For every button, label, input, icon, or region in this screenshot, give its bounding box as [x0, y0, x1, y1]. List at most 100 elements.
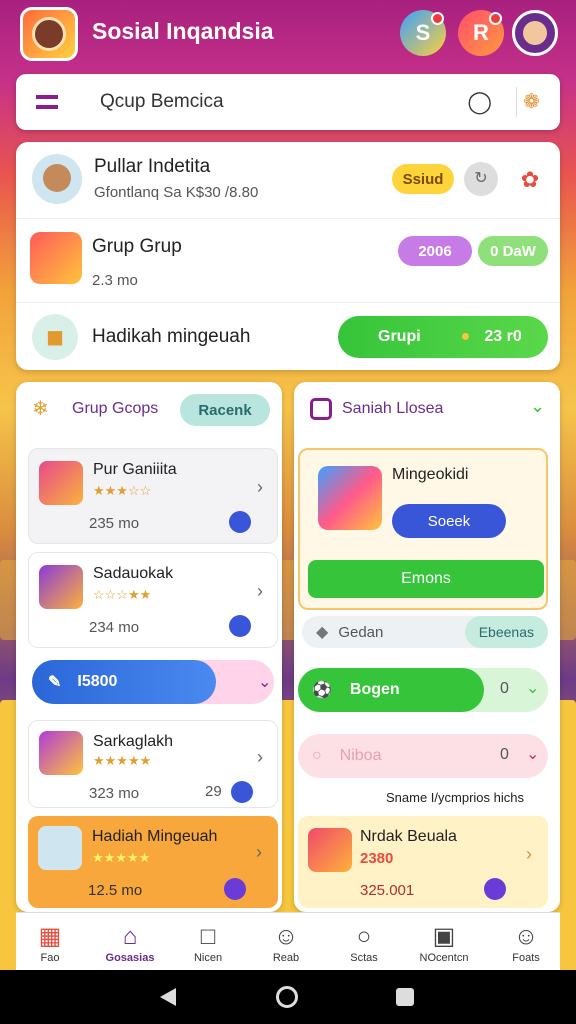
system-nav-bar	[0, 970, 576, 1024]
badge-icon	[231, 781, 253, 803]
gift-box-icon	[308, 828, 352, 872]
blue-bar[interactable]: ✎ I5800 ⌄	[32, 660, 274, 704]
item-thumb	[39, 565, 83, 609]
chevron-down-icon[interactable]: ⌄	[530, 396, 545, 417]
left-header-pill[interactable]: Racenk	[180, 394, 270, 426]
pink-row[interactable]: ○ Niboa 0 ⌄	[298, 734, 548, 778]
chat-icon: □	[200, 923, 216, 950]
badge-icon	[229, 615, 251, 637]
chevron-down-icon: ⌄	[526, 746, 540, 763]
home-icon: ⌂	[122, 923, 138, 950]
tv-icon: ▣	[432, 923, 456, 950]
nav-item-chat[interactable]: □ Nicen	[178, 922, 238, 964]
list-item[interactable]: Sadauokak ☆☆☆★★ 234 mo ›	[28, 552, 278, 648]
rating-stars: ★★★★★	[92, 850, 151, 865]
soccer-icon: ⚽	[312, 682, 332, 699]
green-row-label: Bogen	[349, 681, 400, 698]
gedan-label: Gedan	[338, 623, 384, 641]
search-input[interactable]: Qcup Bemcica	[100, 91, 467, 113]
green-row-count: 0	[500, 680, 509, 697]
nav-item-nocentcn[interactable]: ▣ NOcentcn	[414, 922, 474, 964]
nav-item-reab[interactable]: ☺ Reab	[256, 922, 316, 964]
soeek-button[interactable]: Soeek	[392, 504, 506, 538]
caption: Sname I/ycmprios hichs	[386, 790, 524, 805]
ticket-icon: ◼	[32, 314, 78, 360]
gedan-row[interactable]: ◆ Gedan Ebeenas	[302, 616, 548, 648]
item-badge: 29	[205, 783, 222, 800]
user-avatar[interactable]	[512, 10, 558, 56]
search-bar[interactable]: Qcup Bemcica ◯ ❁	[16, 74, 560, 130]
chevron-right-icon: ›	[256, 842, 262, 862]
refresh-icon[interactable]: ↻	[464, 162, 498, 196]
green-row[interactable]: ⚽ Bogen 0 ⌄	[298, 668, 548, 712]
sg-icon[interactable]: S	[400, 10, 446, 56]
promo-title: Nrdak Beuala	[360, 828, 457, 845]
coin-icon: ●	[460, 328, 471, 345]
chat-icon	[310, 398, 332, 420]
left-panel: ❄ Grup Gcops Racenk Pur Ganiiita ★★★☆☆ 2…	[16, 382, 282, 912]
promo-card[interactable]: Nrdak Beuala 2380 325.001 ›	[298, 816, 548, 908]
profile-name: Pullar Indetita	[94, 156, 211, 177]
smile-icon: ☺	[273, 923, 299, 950]
person-icon: ○	[356, 923, 372, 950]
app-title: Sosial Inqandsia	[92, 18, 274, 44]
chevron-right-icon: ›	[257, 747, 263, 767]
item-meta: 234 mo	[89, 619, 140, 636]
item-title: Pur Ganiiita	[93, 461, 177, 478]
menu-icon[interactable]	[36, 95, 58, 109]
gift-ribbon-icon[interactable]: ✿	[510, 160, 550, 200]
chevron-right-icon: ›	[257, 477, 263, 497]
nav-item-fao[interactable]: ▦ Fao	[20, 922, 80, 964]
crown-icon: ❄	[32, 398, 49, 420]
group-pill-2[interactable]: 0 DaW	[478, 236, 548, 266]
tag-icon: ◆	[316, 624, 329, 641]
grupi-button-value: 23 r0	[484, 328, 522, 345]
group-avatar[interactable]	[30, 232, 82, 284]
status-badge[interactable]: Ssiud	[392, 164, 454, 194]
item-meta: 12.5 mo	[88, 882, 143, 899]
item-thumb	[39, 461, 83, 505]
item-title: Sarkaglakh	[93, 733, 174, 750]
edit-icon: ✎	[48, 674, 62, 691]
rating-stars: ★★★★★	[93, 753, 152, 768]
nav-item-sctas[interactable]: ○ Sctas	[334, 922, 394, 964]
gift-card: Mingeokidi Soeek Emons	[298, 448, 548, 610]
emons-button-label: Emons	[401, 570, 451, 587]
profile-subtitle: Gfontlanq Sa K$30 /8.80	[94, 184, 259, 201]
right-header-title: Saniah Llosea	[342, 400, 444, 417]
profile-icon: ☺	[513, 923, 539, 950]
list-item[interactable]: Hadiah Mingeuah ★★★★★ 12.5 mo ›	[28, 816, 278, 908]
settings-icon[interactable]: ❁	[516, 87, 546, 117]
gift-label: Hadikah mingeuah	[92, 326, 251, 347]
right-panel: Saniah Llosea ⌄ Mingeokidi Soeek Emons ◆…	[294, 382, 560, 912]
nav-item-foats[interactable]: ☺ Foats	[496, 922, 556, 964]
person-icon[interactable]: ◯	[467, 89, 492, 115]
group-subtitle: 2.3 mo	[92, 272, 138, 289]
badge-icon	[484, 878, 506, 900]
group-pill-1[interactable]: 2006	[398, 236, 472, 266]
home-circle-icon[interactable]	[276, 986, 298, 1008]
rating-stars: ★★★☆☆	[93, 483, 152, 498]
chevron-down-icon: ⌄	[526, 680, 540, 697]
gedan-pill[interactable]: Ebeenas	[464, 616, 548, 648]
grupi-button[interactable]: Grupi ● 23 r0	[338, 316, 548, 358]
emons-button[interactable]: Emons	[308, 560, 544, 598]
ball-icon: ○	[312, 747, 322, 764]
gift-card-title: Mingeokidi	[392, 466, 469, 483]
back-icon[interactable]	[160, 988, 176, 1006]
list-item[interactable]: Pur Ganiiita ★★★☆☆ 235 mo ›	[28, 448, 278, 544]
item-meta: 323 mo	[89, 785, 140, 802]
nav-item-home[interactable]: ⌂ Gosasias	[100, 922, 160, 964]
group-name: Grup Grup	[92, 236, 182, 257]
soeek-button-label: Soeek	[427, 512, 471, 530]
r-icon[interactable]: R	[458, 10, 504, 56]
chevron-right-icon: ›	[526, 844, 532, 864]
list-item[interactable]: Sarkaglakh ★★★★★ 323 mo 29 ›	[28, 720, 278, 808]
pink-row-label: Niboa	[339, 747, 382, 764]
rating-stars: ☆☆☆★★	[93, 587, 152, 602]
profile-avatar[interactable]	[32, 154, 82, 204]
promo-value: 2380	[360, 850, 394, 867]
grupi-button-label: Grupi	[378, 328, 421, 345]
app-logo[interactable]	[20, 7, 78, 61]
recents-icon[interactable]	[396, 988, 414, 1006]
